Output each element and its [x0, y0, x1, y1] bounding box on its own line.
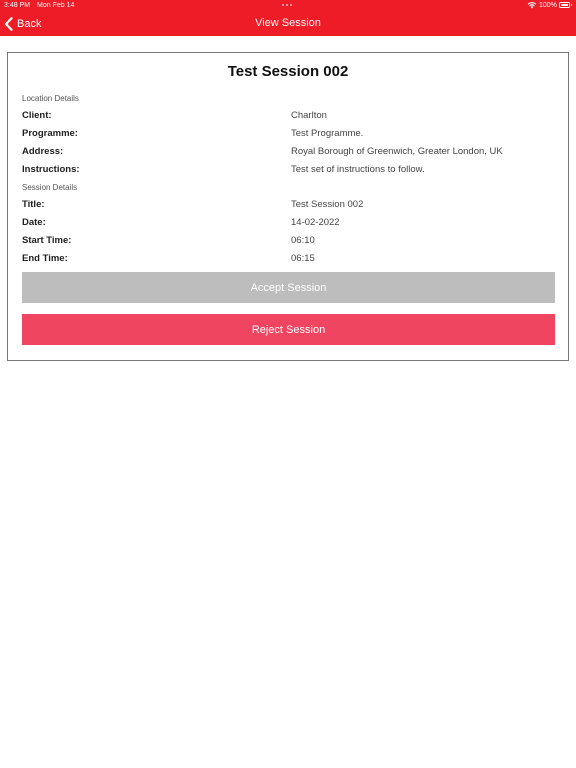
- date-label: Date:: [22, 217, 46, 228]
- accept-session-button[interactable]: Accept Session: [22, 272, 555, 303]
- end-time-label: End Time:: [22, 253, 68, 264]
- status-date: Mon Feb 14: [37, 2, 75, 9]
- battery-icon: [559, 2, 570, 8]
- session-card: Test Session 002 Location Details Client…: [7, 52, 569, 361]
- start-time-label: Start Time:: [22, 235, 72, 246]
- instructions-value: Test set of instructions to follow.: [291, 164, 425, 175]
- client-label: Client:: [22, 110, 52, 121]
- session-title: Test Session 002: [227, 63, 349, 80]
- reject-session-button[interactable]: Reject Session: [22, 314, 555, 345]
- date-value: 14-02-2022: [291, 217, 340, 228]
- title-value: Test Session 002: [291, 199, 364, 210]
- client-value: Charlton: [291, 110, 327, 121]
- instructions-label: Instructions:: [22, 164, 80, 175]
- location-details-heading: Location Details: [22, 94, 79, 103]
- wifi-icon: [527, 2, 537, 9]
- session-details-heading: Session Details: [22, 183, 78, 192]
- status-bar: 3:48 PM Mon Feb 14 100%: [0, 0, 576, 11]
- programme-value: Test Programme.: [291, 128, 364, 139]
- multitasking-dots-icon[interactable]: [282, 4, 294, 7]
- start-time-value: 06:10: [291, 235, 315, 246]
- battery-tip: [571, 4, 572, 6]
- page-title: View Session: [255, 17, 321, 29]
- address-value: Royal Borough of Greenwich, Greater Lond…: [291, 146, 503, 157]
- status-time: 3:48 PM: [4, 2, 31, 9]
- address-label: Address:: [22, 146, 64, 157]
- end-time-value: 06:15: [291, 253, 315, 264]
- battery-percentage: 100%: [539, 2, 557, 9]
- navigation-bar: Back View Session: [0, 11, 576, 36]
- title-label: Title:: [22, 199, 45, 210]
- programme-label: Programme:: [22, 128, 78, 139]
